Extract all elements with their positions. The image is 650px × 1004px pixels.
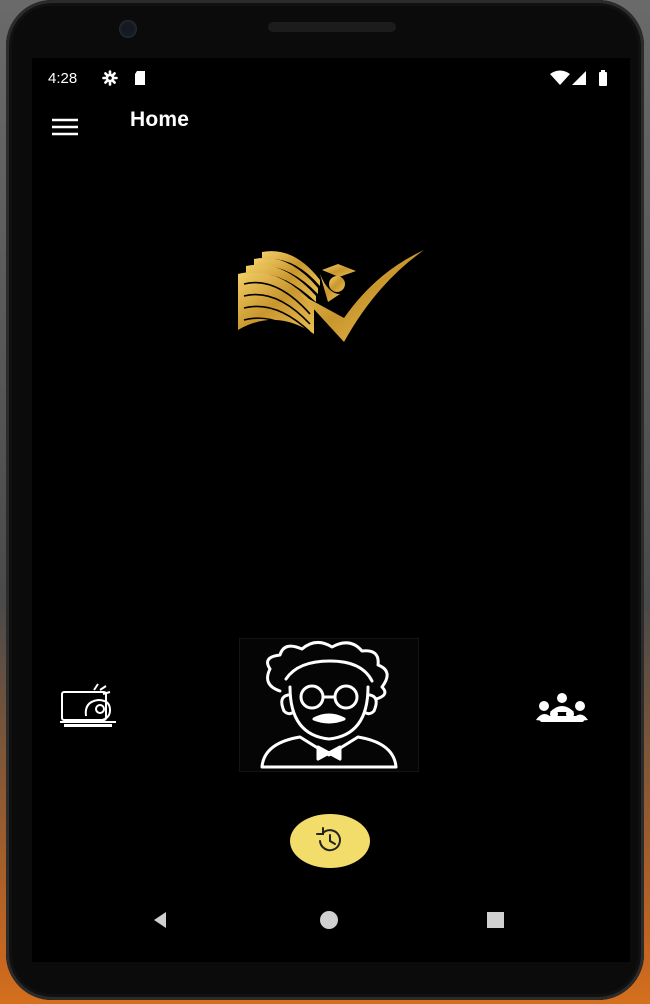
graduation-book-checkmark-logo: [238, 250, 424, 342]
battery-icon: [599, 70, 607, 86]
status-time: 4:28: [48, 70, 78, 87]
professor-card[interactable]: [239, 638, 419, 772]
group-users-icon[interactable]: [530, 686, 594, 738]
signal-icon: [572, 71, 586, 85]
front-camera: [119, 20, 137, 38]
earpiece-speaker: [268, 22, 396, 32]
back-triangle-icon[interactable]: [140, 900, 180, 940]
recents-square-icon[interactable]: [476, 900, 516, 940]
page: 4:28 Home: [0, 0, 650, 1004]
page-title: Home: [130, 108, 190, 131]
status-bar: 4:28: [32, 58, 630, 98]
history-fab[interactable]: [290, 814, 370, 868]
hamburger-menu-icon[interactable]: [48, 108, 88, 148]
history-icon: [316, 827, 341, 852]
gear-icon: [102, 70, 118, 86]
home-circle-icon[interactable]: [309, 900, 349, 940]
wifi-icon: [550, 70, 570, 85]
sd-card-icon: [135, 71, 145, 85]
video-lesson-icon[interactable]: [58, 682, 122, 734]
professor-avatar-icon: [260, 641, 398, 769]
app-screen: 4:28 Home: [32, 58, 630, 962]
android-nav-bar: [32, 882, 630, 962]
app-bar: Home: [32, 98, 630, 146]
phone-frame: 4:28 Home: [6, 0, 644, 1000]
